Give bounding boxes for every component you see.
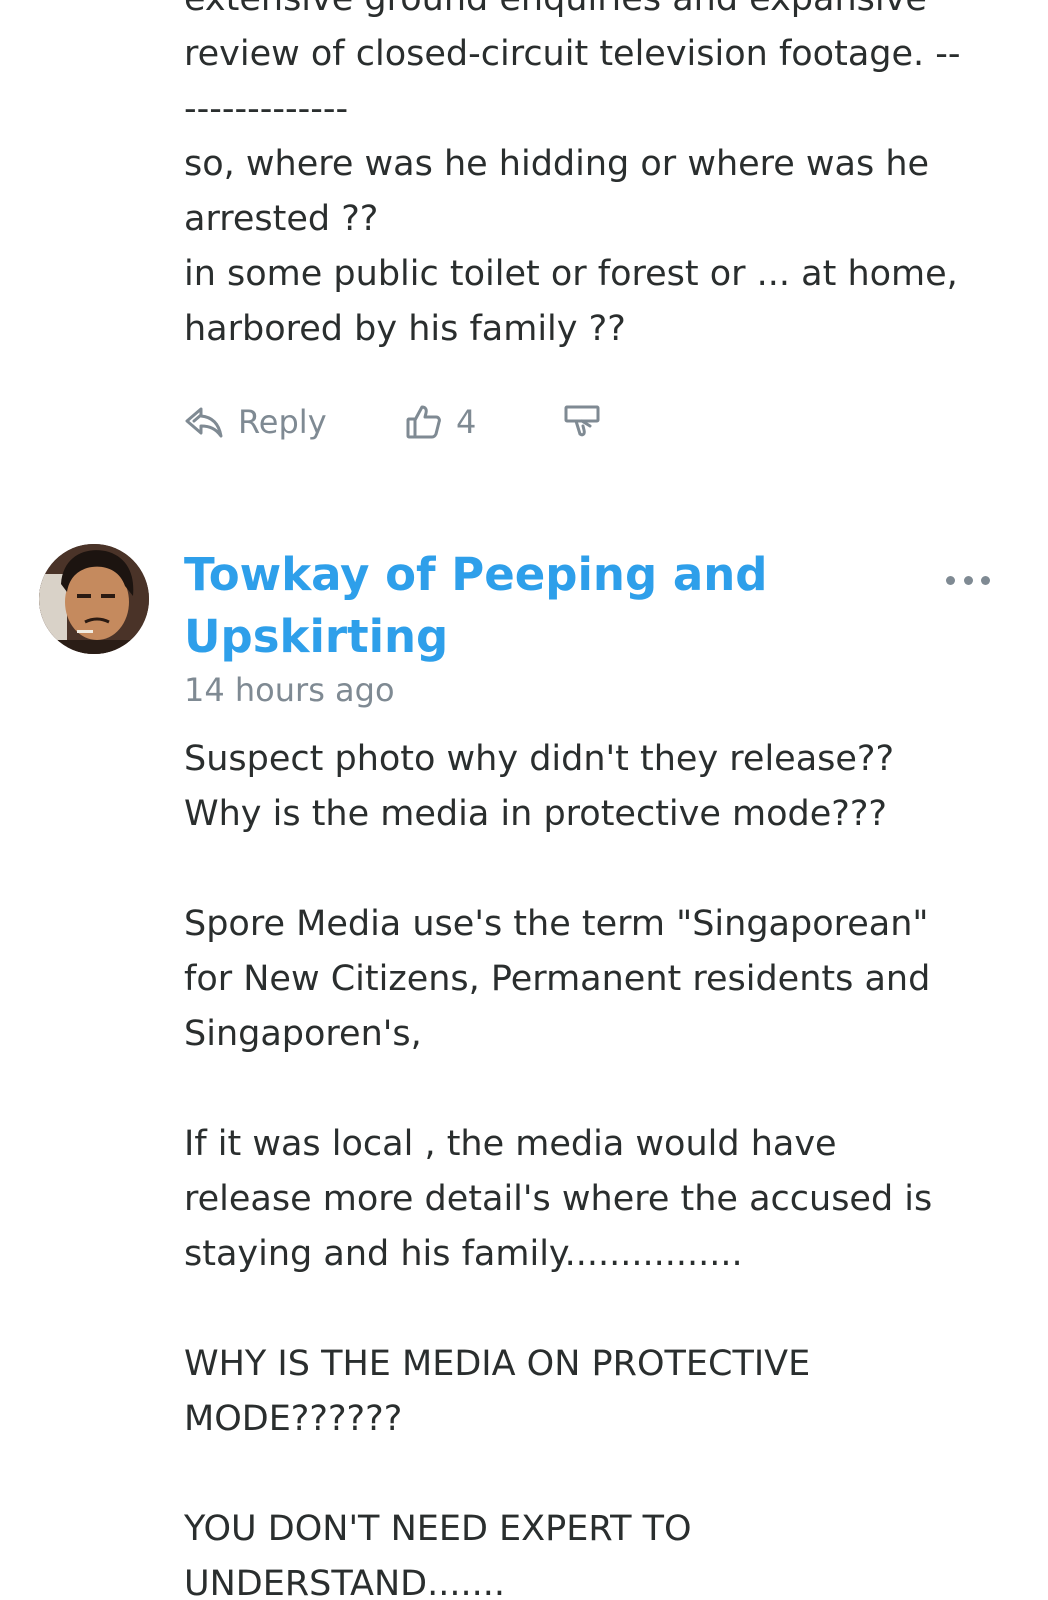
- comment-text-line: so, where was he hidding or where was he: [184, 144, 930, 184]
- upvote-button[interactable]: 4: [406, 403, 564, 441]
- reply-button[interactable]: Reply: [184, 403, 406, 441]
- comment-paragraph: YOU DON'T NEED EXPERT TO UNDERSTAND.....…: [184, 1509, 692, 1600]
- comment-text-line: in some public toilet or forest or ... a…: [184, 254, 958, 294]
- reply-label: Reply: [238, 403, 327, 441]
- menu-dot: [981, 575, 990, 585]
- comment-actions-bar: Reply 4: [184, 396, 600, 448]
- comment-paragraph: If it was local , the media would have r…: [184, 1124, 933, 1274]
- user-avatar[interactable]: [39, 544, 149, 654]
- comment-text-line: extensive ground enquiries and expansive: [184, 0, 994, 27]
- more-options-icon[interactable]: [946, 568, 990, 592]
- comment-text-line: review of closed-circuit television foot…: [184, 34, 961, 74]
- upvote-count: 4: [456, 403, 477, 441]
- downvote-button[interactable]: [564, 404, 600, 440]
- menu-dot: [963, 575, 973, 585]
- comment-text-line: harbored by his family ??: [184, 309, 626, 349]
- reply-arrow-icon: [184, 405, 224, 439]
- comments-thread: extensive ground enquiries and expansive…: [0, 0, 1048, 1600]
- menu-dot: [946, 575, 955, 585]
- comment-paragraph: Suspect photo why didn't they release?? …: [184, 739, 895, 834]
- comment-body: Suspect photo why didn't they release?? …: [184, 732, 994, 1600]
- thumbs-up-icon: [406, 404, 442, 440]
- comment-text-line: arrested ??: [184, 199, 379, 239]
- previous-comment-body: extensive ground enquiries and expansive…: [184, 0, 994, 357]
- comment-paragraph: Spore Media use's the term "Singaporean"…: [184, 904, 931, 1054]
- thumbs-down-icon: [564, 404, 600, 440]
- comment-author-name[interactable]: Towkay of Peeping and Upskirting: [184, 544, 784, 668]
- comment-text-line: -------------: [184, 89, 349, 129]
- comment-paragraph: WHY IS THE MEDIA ON PROTECTIVE MODE?????…: [184, 1344, 811, 1439]
- comment-timestamp[interactable]: 14 hours ago: [184, 668, 395, 712]
